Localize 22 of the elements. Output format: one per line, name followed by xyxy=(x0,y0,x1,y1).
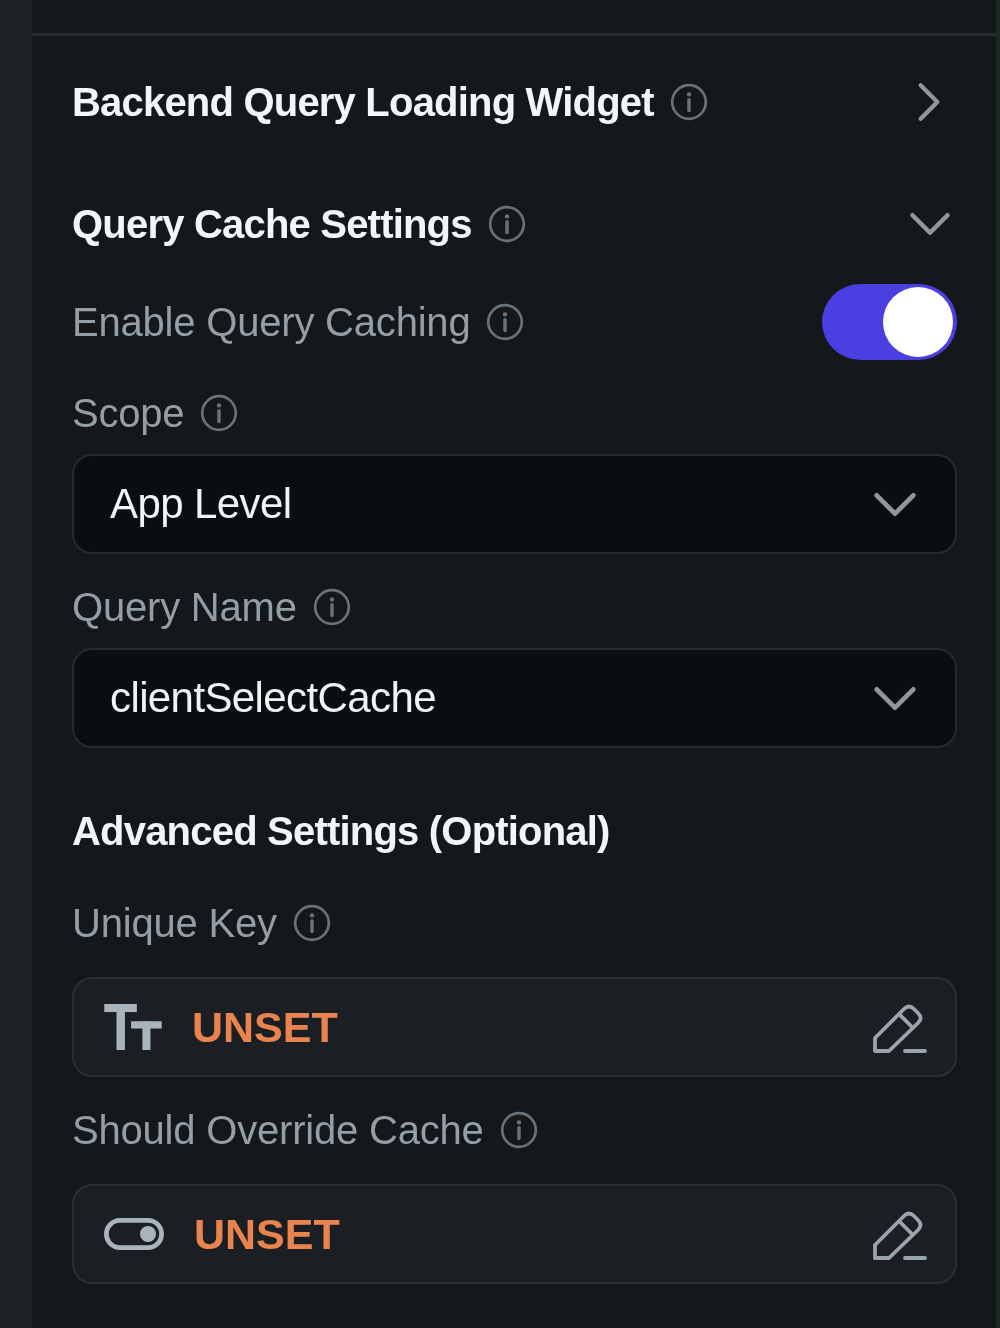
info-icon[interactable] xyxy=(312,588,351,626)
info-icon[interactable] xyxy=(292,904,331,942)
info-icon[interactable] xyxy=(669,83,708,121)
value-field[interactable]: UNSET xyxy=(72,1184,957,1284)
field-label: Enable Query Caching xyxy=(72,299,471,345)
dropdown[interactable]: clientSelectCache xyxy=(72,648,957,748)
value-field[interactable]: UNSET xyxy=(72,977,957,1077)
toggle-icon xyxy=(104,1218,164,1250)
subsection-title: Advanced Settings (Optional) xyxy=(72,807,611,855)
field-label: Query Name xyxy=(72,584,297,630)
text-type-icon xyxy=(104,1004,162,1050)
field-label: Should Override Cache xyxy=(72,1107,484,1153)
info-icon[interactable] xyxy=(486,303,525,341)
dropdown[interactable]: App Level xyxy=(72,454,957,554)
info-icon[interactable] xyxy=(499,1111,538,1149)
section-title: Backend Query Loading Widget xyxy=(72,79,654,125)
field-label: Scope xyxy=(72,390,185,436)
chevron-right-icon[interactable] xyxy=(917,82,941,122)
info-icon[interactable] xyxy=(487,205,526,243)
field-label: Unique Key xyxy=(72,900,277,946)
section-title: Query Cache Settings xyxy=(72,201,472,247)
info-icon[interactable] xyxy=(200,394,239,432)
